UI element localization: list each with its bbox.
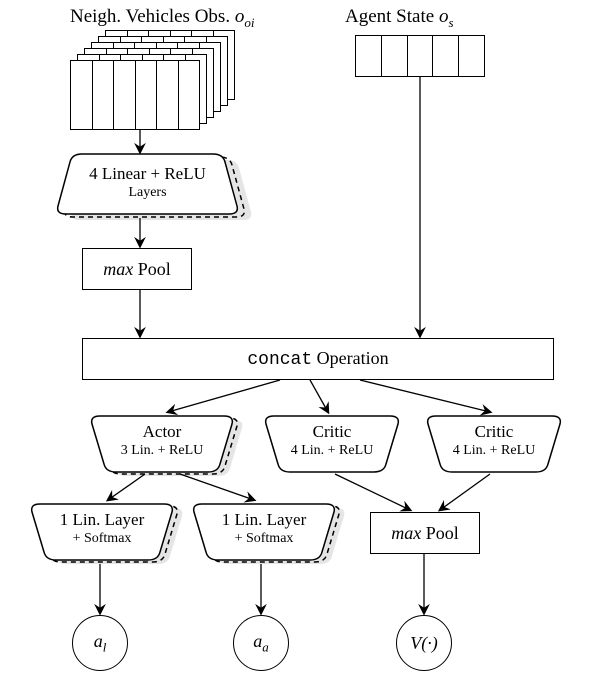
softmax-left-l2: + Softmax	[28, 531, 176, 547]
critic1-sub: 4 Lin. + ReLU	[262, 443, 402, 459]
stack-neigh-obs	[70, 30, 235, 130]
maxpool-2: max Pool	[370, 512, 480, 554]
concat-op: concat Operation	[82, 338, 554, 380]
encoder-block: 4 Linear + ReLU Layers	[50, 152, 245, 220]
critic2-title: Critic	[475, 422, 514, 441]
actor-sub: 3 Lin. + ReLU	[88, 443, 236, 459]
diagram-canvas: Neigh. Vehicles Obs. ooi Agent State os …	[0, 0, 602, 700]
maxpool-1: max Pool	[82, 248, 192, 290]
critic2-sub: 4 Lin. + ReLU	[424, 443, 564, 459]
critic-block-2: Critic 4 Lin. + ReLU	[424, 414, 564, 476]
output-v: V(·)	[396, 615, 452, 671]
label-agent: Agent State os	[345, 6, 454, 31]
encoder-l2: Layers	[50, 185, 245, 201]
softmax-left-l1: 1 Lin. Layer	[60, 510, 145, 529]
critic1-title: Critic	[313, 422, 352, 441]
critic-block-1: Critic 4 Lin. + ReLU	[262, 414, 402, 476]
output-al: al	[72, 615, 128, 671]
softmax-right-l1: 1 Lin. Layer	[222, 510, 307, 529]
softmax-left: 1 Lin. Layer + Softmax	[28, 502, 176, 564]
encoder-l1: 4 Linear + ReLU	[89, 164, 206, 183]
actor-title: Actor	[143, 422, 182, 441]
actor-block: Actor 3 Lin. + ReLU	[88, 414, 236, 476]
softmax-right: 1 Lin. Layer + Softmax	[190, 502, 338, 564]
agent-state-matrix	[355, 35, 485, 77]
softmax-right-l2: + Softmax	[190, 531, 338, 547]
output-aa: aa	[233, 615, 289, 671]
label-neigh: Neigh. Vehicles Obs. ooi	[70, 6, 254, 31]
